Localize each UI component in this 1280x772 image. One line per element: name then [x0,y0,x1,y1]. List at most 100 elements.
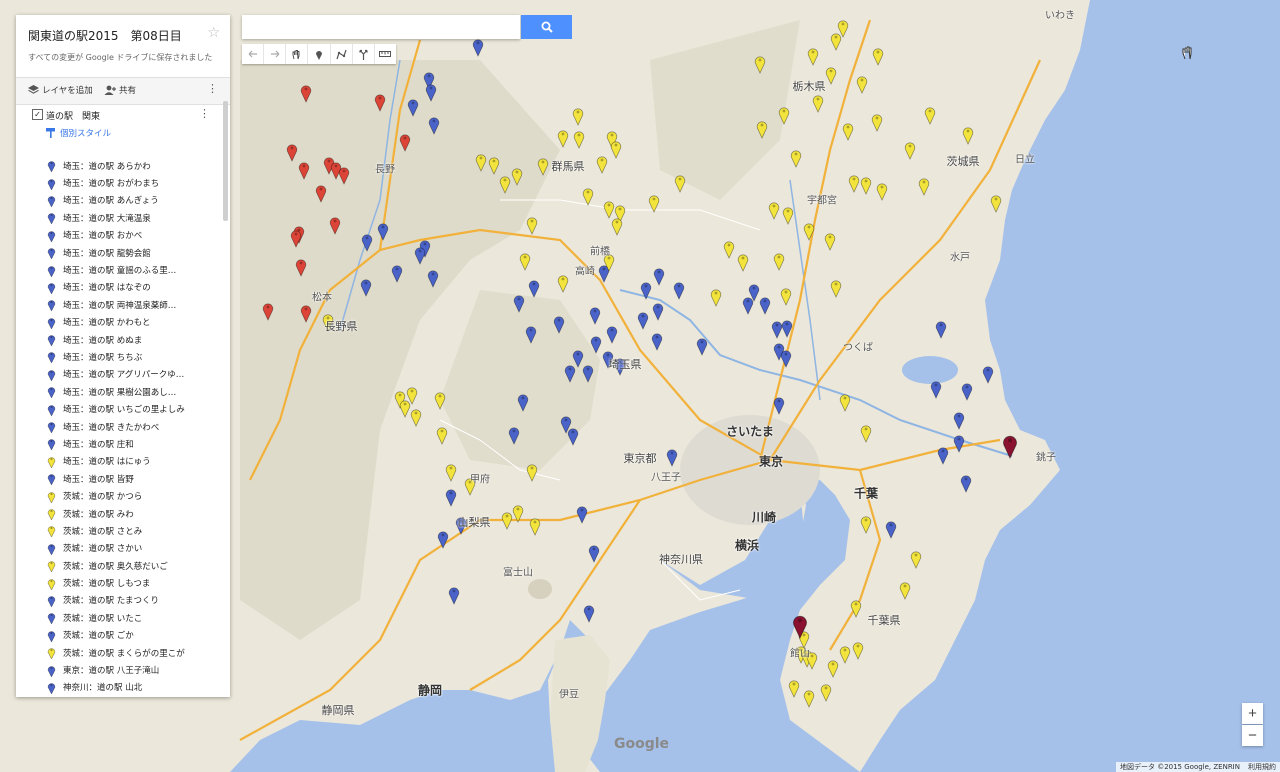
place-marker-icon [47,630,56,642]
map-place-label: 神奈川県 [659,553,703,566]
star-icon[interactable]: ☆ [207,25,220,41]
list-item-label: 茨城：道の駅 まくらがの里こが [63,648,185,659]
map-title[interactable]: 関東道の駅2015 第08日目 [28,27,182,44]
map-place-label: 千葉県 [867,614,901,627]
measure-button[interactable] [375,44,396,64]
search-input[interactable] [242,15,520,39]
directions-icon [359,49,368,60]
list-item[interactable]: 埼玉：道の駅 龍勢会館 [16,244,222,261]
list-item[interactable]: 埼玉：道の駅 果樹公園あし… [16,383,222,400]
list-item[interactable]: 茨城：道の駅 かつら [16,487,222,504]
place-marker-icon [47,596,56,607]
place-marker-icon [47,300,56,312]
list-item[interactable]: 埼玉：道の駅 両神温泉薬師… [16,296,222,313]
hand-icon [292,49,300,59]
layer-name[interactable]: 道の駅 関東 [46,109,100,122]
list-item[interactable]: 埼玉：道の駅 童謡のふる里… [16,261,222,278]
list-item[interactable]: 茨城：道の駅 ごか [16,627,222,644]
list-item[interactable]: 埼玉：道の駅 おがわまち [16,174,222,191]
list-item[interactable]: 茨城：道の駅 いたこ [16,609,222,626]
directions-button[interactable] [353,44,375,64]
list-item[interactable]: 神奈川：道の駅 箱根峠 [16,696,222,697]
list-item[interactable]: 東京：道の駅 八王子滝山 [16,661,222,678]
redo-button[interactable] [264,44,287,64]
list-item[interactable]: 茨城：道の駅 たまつくり [16,592,222,609]
list-item[interactable]: 埼玉：道の駅 皆野 [16,470,222,487]
list-item[interactable]: 茨城：道の駅 さかい [16,540,222,557]
list-item[interactable]: 埼玉：道の駅 はにゅう [16,453,222,470]
list-item-label: 埼玉：道の駅 きたかわべ [63,422,160,433]
place-marker-icon [47,509,56,520]
panel-menu-icon[interactable]: ⋮ [207,83,218,94]
add-marker-button[interactable] [308,44,331,64]
place-marker-icon [47,283,56,294]
list-item[interactable]: 埼玉：道の駅 めぬま [16,331,222,348]
place-marker-icon [47,491,56,503]
list-item-label: 茨城：道の駅 しもつま [63,579,151,590]
list-item[interactable]: 埼玉：道の駅 ちちぶ [16,348,222,365]
list-item[interactable]: 茨城：道の駅 みわ [16,505,222,522]
list-item[interactable]: 茨城：道の駅 さとみ [16,522,222,539]
list-item[interactable]: 埼玉：道の駅 はなぞの [16,279,222,296]
list-item[interactable]: 埼玉：道の駅 大滝温泉 [16,209,222,226]
place-marker-icon [47,178,56,190]
list-item[interactable]: 埼玉：道の駅 あんぎょう [16,192,222,209]
redo-icon [270,50,280,58]
list-item-label: 埼玉：道の駅 ちちぶ [63,352,143,363]
list-item-label: 埼玉：道の駅 両神温泉薬師… [63,300,177,311]
place-list: 埼玉：道の駅 あらかわ 埼玉：道の駅 おがわまち 埼玉：道の駅 あんぎょう 埼玉：道の… [16,157,222,697]
map-place-label: 横浜 [734,538,760,553]
list-item[interactable]: 埼玉：道の駅 かわもと [16,314,222,331]
place-marker-icon [47,230,56,242]
layer-menu-icon[interactable]: ⋮ [199,108,210,119]
list-item[interactable]: 埼玉：道の駅 きたかわべ [16,418,222,435]
list-item[interactable]: 埼玉：道の駅 いちごの里よしみ [16,400,222,417]
zoom-in-button[interactable]: + [1242,703,1263,724]
map-place-label: 長野 [375,164,395,176]
map-place-label: 静岡県 [321,704,355,717]
map-attribution: 地図データ ©2015 Google, ZENRIN [1119,763,1240,771]
list-item-label: 茨城：道の駅 みわ [63,509,134,520]
paint-roller-icon [46,128,55,138]
place-marker-icon [47,457,56,468]
list-item[interactable]: 茨城：道の駅 しもつま [16,574,222,591]
list-item[interactable]: 埼玉：道の駅 庄和 [16,435,222,452]
list-item-label: 東京：道の駅 八王子滝山 [63,666,160,677]
marker-icon [315,50,322,60]
list-item[interactable]: 埼玉：道の駅 アグリパークゆ… [16,366,222,383]
place-marker-icon [47,248,56,260]
place-marker-icon [47,561,56,573]
hand-cursor-icon [1182,46,1192,60]
place-marker-icon [47,613,56,625]
panel-scrollbar[interactable] [223,101,228,221]
list-item[interactable]: 茨城：道の駅 まくらがの里こが [16,644,222,661]
map-place-label: 松本 [312,292,332,304]
add-layer-label: レイヤを追加 [42,86,93,96]
list-item[interactable]: 埼玉：道の駅 あらかわ [16,157,222,174]
draw-line-button[interactable] [331,44,353,64]
terms-link[interactable]: 利用規約 [1248,762,1276,772]
share-button[interactable]: 共有 [104,84,136,96]
layer-visibility-checkbox[interactable]: ✓ [32,109,43,120]
pan-hand-button[interactable] [286,44,309,64]
place-marker-icon [47,474,56,486]
list-item[interactable]: 埼玉：道の駅 おかべ [16,227,222,244]
map-place-label: 富士山 [503,567,533,579]
list-item[interactable]: 茨城：道の駅 奥久慈だいご [16,557,222,574]
place-marker-icon [47,161,56,173]
list-item[interactable]: 神奈川：道の駅 山北 [16,679,222,696]
google-logo: Google [614,736,670,752]
place-marker-icon [47,387,56,399]
map-legend-panel: 関東道の駅2015 第08日目 ☆ すべての変更が Google ドライブに保存… [16,15,230,697]
list-item-label: 埼玉：道の駅 あんぎょう [63,196,159,207]
save-status: すべての変更が Google ドライブに保存されました [28,53,213,62]
style-link[interactable]: 個別スタイル [46,127,111,139]
list-item-label: 茨城：道の駅 かつら [63,492,143,503]
place-marker-icon [47,213,56,225]
map-place-label: 長野県 [324,320,358,333]
add-layer-button[interactable]: レイヤを追加 [28,84,93,96]
undo-button[interactable] [242,44,265,64]
search-button[interactable] [521,15,572,39]
zoom-out-button[interactable]: − [1242,725,1263,746]
map-place-label: 東京都 [623,452,657,465]
